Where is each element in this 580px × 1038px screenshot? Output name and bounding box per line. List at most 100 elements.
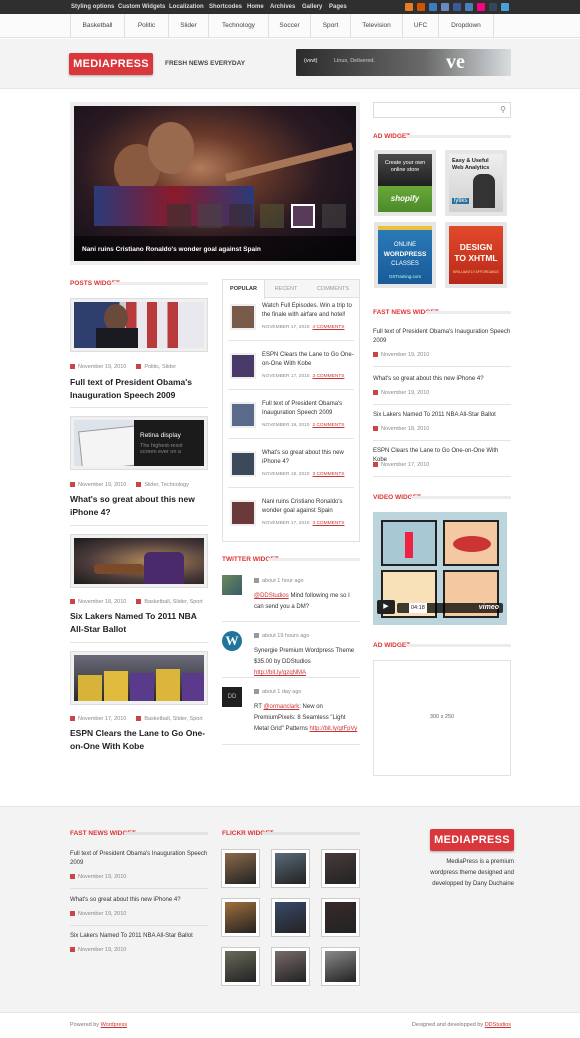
flickr-photo[interactable] [222, 899, 259, 936]
post-title[interactable]: Full text of President Obama's Inaugurat… [70, 376, 206, 402]
ad-lytiks[interactable]: Easy & Useful Web Analytics lytiks [445, 150, 507, 216]
tab-item-title[interactable]: Full text of President Obama's Inaugurat… [262, 400, 356, 418]
topnav-shortcodes[interactable]: Shortcodes [209, 0, 242, 14]
flickr-photo[interactable] [222, 948, 259, 985]
nav-slider[interactable]: Slider [168, 14, 208, 38]
vimeo-logo[interactable]: vimeo [479, 603, 499, 613]
slider-thumb[interactable] [167, 204, 191, 228]
tab-item-thumb[interactable] [230, 500, 256, 526]
ad-shopify[interactable]: Create your own online store shopify [374, 150, 436, 216]
slider-thumb-active[interactable] [291, 204, 315, 228]
footer-fast-title[interactable]: Six Lakers Named To 2011 NBA All-Star Ba… [70, 932, 208, 941]
tab-item-thumb[interactable] [230, 353, 256, 379]
tab-item-thumb[interactable] [230, 402, 256, 428]
search-icon[interactable]: ⚲ [500, 105, 506, 114]
wordpress-icon[interactable]: W [222, 631, 242, 651]
post-cats[interactable]: Slider, Technology [144, 482, 189, 488]
flickr-photo[interactable] [272, 899, 309, 936]
ad-design-xhtml[interactable]: DESIGN TO XHTML BRILLIANTLY AFFORDABLE [445, 222, 507, 288]
tab-item-title[interactable]: Watch Full Episodes. Win a trip to the f… [262, 302, 356, 320]
tab-item-title[interactable]: What's so great about this new iPhone 4? [262, 449, 356, 467]
tab-item-comments[interactable]: 3 COMMENTS [312, 374, 344, 379]
tweet-handle[interactable]: @ormanclark [263, 704, 299, 710]
video-player[interactable]: ▶ 04:18 vimeo [373, 512, 507, 625]
post-cats[interactable]: Basketball, Slider, Sport [144, 599, 202, 605]
tab-item-comments[interactable]: 4 COMMENTS [312, 325, 344, 330]
post-title[interactable]: Six Lakers Named To 2011 NBA All-Star Ba… [70, 610, 206, 636]
search-input[interactable]: ⚲ [373, 102, 511, 118]
slider-thumb[interactable] [229, 204, 253, 228]
linkedin-icon[interactable] [465, 3, 473, 11]
tab-item-title[interactable]: Nani ruins Cristiano Ronaldo's wonder go… [262, 498, 356, 516]
site-logo[interactable]: MEDIAPRESS [69, 53, 153, 75]
slider-thumb[interactable] [322, 204, 346, 228]
featured-slider[interactable]: Nani ruins Cristiano Ronaldo's wonder go… [70, 102, 360, 265]
fast-news-title[interactable]: Full text of President Obama's Inaugurat… [373, 328, 511, 346]
tab-item-title[interactable]: ESPN Clears the Lane to Go One-on-One Wi… [262, 351, 356, 369]
nav-politic[interactable]: Politic [124, 14, 168, 38]
post-cats[interactable]: Basketball, Slider, Sport [144, 716, 202, 722]
flickr-icon[interactable] [477, 3, 485, 11]
play-icon[interactable]: ▶ [377, 600, 395, 614]
nav-sport[interactable]: Sport [310, 14, 350, 38]
post-thumb-kobe[interactable] [71, 652, 207, 704]
post-title[interactable]: What's so great about this new iPhone 4? [70, 493, 206, 519]
header-banner-ad[interactable]: (vvvt) Linux, Delivered. ve [296, 49, 511, 76]
tab-comments[interactable]: COMMENTS [307, 280, 359, 298]
nav-soccer[interactable]: Soccer [268, 14, 310, 38]
topnav-home[interactable]: Home [247, 0, 264, 14]
footer-fast-title[interactable]: Full text of President Obama's Inaugurat… [70, 850, 208, 868]
post-thumb-iphone[interactable]: Retina display The highest-resol screen … [71, 417, 207, 469]
flickr-photo[interactable] [322, 850, 359, 887]
topnav-pages[interactable]: Pages [329, 0, 347, 14]
post-thumb-lakers[interactable] [71, 535, 207, 587]
tweet-url[interactable]: http://bit.ly/gzqNMA [254, 670, 306, 676]
nav-ufc[interactable]: UFC [402, 14, 438, 38]
nav-television[interactable]: Television [350, 14, 402, 38]
ad-ostraining[interactable]: ONLINE WORDPRESS CLASSES OSTraining.com [374, 222, 436, 288]
tab-item-comments[interactable]: 3 COMMENTS [312, 521, 344, 526]
twitter-avatar[interactable] [222, 575, 242, 595]
topnav-styling-options[interactable]: Styling options [71, 0, 114, 14]
tumblr-icon[interactable] [489, 3, 497, 11]
footer-logo[interactable]: MEDIAPRESS [430, 829, 514, 851]
wordpress-link[interactable]: Wordpress [101, 1022, 128, 1028]
nav-technology[interactable]: Technology [208, 14, 268, 38]
flickr-photo[interactable] [222, 850, 259, 887]
topnav-gallery[interactable]: Gallery [302, 0, 322, 14]
twitter-icon[interactable] [501, 3, 509, 11]
nav-basketball[interactable]: Basketball [70, 14, 124, 38]
tweet-handle[interactable]: @DDStudios [254, 593, 289, 599]
tab-item-thumb[interactable] [230, 451, 256, 477]
topnav-archives[interactable]: Archives [270, 0, 295, 14]
topnav-custom-widgets[interactable]: Custom Widgets [118, 0, 165, 14]
slider-thumb[interactable] [260, 204, 284, 228]
rss-icon[interactable] [405, 3, 413, 11]
ddstudios-link[interactable]: DDStudios [485, 1022, 511, 1028]
tweet-url[interactable]: http://bit.ly/gtFpVy [309, 726, 357, 732]
footer-fast-title[interactable]: What's so great about this new iPhone 4? [70, 896, 208, 905]
tab-recent[interactable]: RECENT [265, 280, 307, 298]
tab-item-comments[interactable]: 2 COMMENTS [312, 423, 344, 428]
post-cats[interactable]: Politic, Slider [144, 364, 176, 370]
flickr-photo[interactable] [322, 899, 359, 936]
slider-thumb[interactable] [198, 204, 222, 228]
post-title[interactable]: ESPN Clears the Lane to Go One-on-One Wi… [70, 727, 206, 753]
tab-item-comments[interactable]: 3 COMMENTS [312, 472, 344, 477]
flickr-photo[interactable] [272, 850, 309, 887]
fast-news-title[interactable]: Six Lakers Named To 2011 NBA All-Star Ba… [373, 411, 511, 420]
post-thumb-obama[interactable] [71, 299, 207, 351]
topnav-localization[interactable]: Localization [169, 0, 204, 14]
delicious-icon[interactable] [429, 3, 437, 11]
digg-icon[interactable] [441, 3, 449, 11]
ad-placeholder-300x250[interactable]: 300 x 250 [373, 660, 511, 776]
facebook-icon[interactable] [453, 3, 461, 11]
video-progress-bar[interactable]: 04:18 vimeo [397, 603, 503, 613]
stumbleupon-icon[interactable] [417, 3, 425, 11]
fast-news-title[interactable]: What's so great about this new iPhone 4? [373, 375, 511, 384]
tab-item-thumb[interactable] [230, 304, 256, 330]
flickr-photo[interactable] [272, 948, 309, 985]
tab-popular[interactable]: POPULAR [223, 280, 265, 299]
nav-dropdown[interactable]: Dropdown [438, 14, 494, 38]
slider-caption[interactable]: Nani ruins Cristiano Ronaldo's wonder go… [82, 246, 261, 253]
